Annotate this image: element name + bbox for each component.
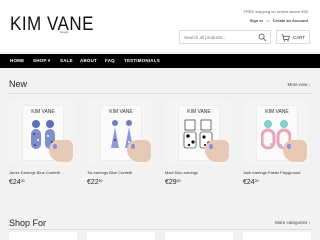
product-name[interactable]: Mavi Moo earrings <box>165 170 198 175</box>
site-logo[interactable]: KIM VANE <box>10 13 94 36</box>
category-tile[interactable] <box>87 232 155 240</box>
more-new-link[interactable]: More new › <box>287 82 310 87</box>
product-image[interactable]: KIM VANE <box>165 100 231 164</box>
nav-about[interactable]: ABOUT <box>80 58 97 63</box>
product-image[interactable]: KIM VANE <box>87 100 153 164</box>
nav-home[interactable]: HOME <box>10 58 24 63</box>
category-tile[interactable] <box>243 232 311 240</box>
nail <box>287 144 291 149</box>
promo-text: FREE shipping on orders above €30 <box>243 9 308 14</box>
product-name[interactable]: Tia earrings Blue Confetti <box>87 170 132 175</box>
nav-faq[interactable]: FAQ <box>105 58 115 63</box>
account-links: Sign in or Create an Account <box>248 18 308 23</box>
product-name[interactable]: Julie earrings Pastel Playground <box>243 170 300 175</box>
more-categories-link[interactable]: More categories › <box>275 220 310 225</box>
or-text: or <box>266 18 270 23</box>
cart-button[interactable]: CART <box>276 30 310 44</box>
earring-left <box>111 120 119 148</box>
product-price: €2250 <box>87 179 103 186</box>
product-price: €2400 <box>243 179 259 186</box>
create-account-link[interactable]: Create an Account <box>273 18 308 23</box>
nav-shop[interactable]: SHOP ▾ <box>33 58 50 64</box>
product-name[interactable]: Jamie Earrings Blue Confetti <box>9 170 60 175</box>
hand <box>127 140 151 162</box>
card-brand: KIM VANE <box>109 109 133 115</box>
product-image[interactable]: KIM VANE <box>9 100 75 164</box>
logo-subtitle: design <box>60 30 69 34</box>
category-tile[interactable] <box>165 232 233 240</box>
search-input[interactable]: Search all products... <box>184 35 226 40</box>
shop-for-title: Shop For <box>9 218 47 228</box>
product-price: €2900 <box>165 179 181 186</box>
earring-left <box>183 119 197 149</box>
nail <box>209 144 213 149</box>
section-divider <box>8 93 312 94</box>
product-price: €2400 <box>9 179 25 186</box>
nav-sale[interactable]: SALE <box>60 58 73 63</box>
product-image[interactable]: KIM VANE <box>243 100 309 164</box>
main-nav: HOME SHOP ▾ SALE ABOUT FAQ TESTIMONIALS <box>0 54 320 68</box>
nail <box>131 144 135 149</box>
card-brand: KIM VANE <box>187 109 211 115</box>
cart-icon <box>281 34 290 42</box>
header: KIM VANE design FREE shipping on orders … <box>0 0 320 52</box>
search-box[interactable]: Search all products... <box>179 30 271 44</box>
nail <box>53 144 57 149</box>
hand <box>205 140 229 162</box>
hand <box>49 140 73 162</box>
card-brand: KIM VANE <box>31 109 55 115</box>
new-section-title: New <box>9 79 28 89</box>
card-brand: KIM VANE <box>265 109 289 115</box>
hand <box>283 140 307 162</box>
earring-left <box>31 120 41 149</box>
category-tile[interactable] <box>9 232 77 240</box>
search-icon[interactable] <box>258 33 267 42</box>
sign-in-link[interactable]: Sign in <box>250 18 263 23</box>
section-divider <box>8 229 312 230</box>
nav-testimonials[interactable]: TESTIMONIALS <box>124 58 160 63</box>
cart-label: CART <box>293 35 306 40</box>
earring-left <box>261 120 276 150</box>
